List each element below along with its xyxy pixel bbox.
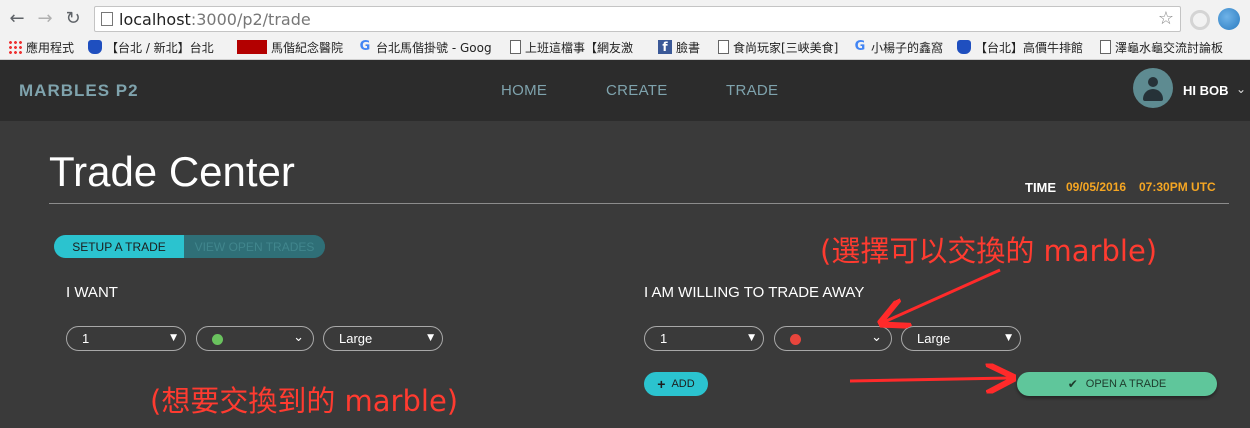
globe-extension-icon[interactable] — [1218, 8, 1240, 30]
bookmark-label: 應用程式 — [26, 40, 75, 55]
arrow-to-open-trade — [849, 378, 1010, 381]
nav-trade[interactable]: TRADE — [726, 82, 778, 99]
arrow-to-color-select — [884, 268, 1001, 322]
tab-view-open-trades[interactable]: VIEW OPEN TRADES — [184, 235, 325, 258]
add-button-label: ADD — [671, 378, 695, 390]
time-date: 09/05/2016 — [1066, 180, 1127, 194]
google-icon: G — [854, 39, 866, 54]
google-icon: G — [359, 39, 371, 54]
trade-tabs: SETUP A TRADE VIEW OPEN TRADES — [54, 235, 325, 258]
want-label: I WANT — [66, 284, 118, 301]
bookmarks-bar: 應用程式 【台北 / 新北】台北 馬偕紀念醫院 G 台北馬偕掛號 - Goog 上… — [0, 36, 1250, 58]
time-hour: 07:30PM UTC — [1139, 180, 1216, 194]
color-dot — [790, 334, 801, 345]
bookmark-item[interactable]: 澤龜水龜交流討論板 — [1100, 38, 1248, 56]
bookmark-item[interactable]: G 台北馬偕掛號 - Goog — [358, 38, 498, 56]
divider — [49, 203, 1229, 204]
annotation-top: (選擇可以交換的 marble) — [820, 234, 1158, 268]
reload-icon[interactable]: ↻ — [62, 8, 84, 30]
want-quantity-value: 1 — [82, 331, 90, 346]
forward-icon[interactable]: → — [34, 8, 56, 30]
chevron-down-icon: ⌄ — [293, 330, 304, 345]
open-trade-button-label: OPEN A TRADE — [1085, 378, 1167, 390]
open-trade-button[interactable]: ✔ OPEN A TRADE — [1017, 372, 1217, 396]
bookmark-item[interactable]: 食尚玩家[三峽美食] — [718, 38, 844, 56]
address-text[interactable]: localhost:3000/p2/trade — [119, 10, 311, 29]
dropdown-arrow-icon: ▼ — [170, 333, 177, 343]
bookmark-item[interactable]: f 臉書 — [658, 38, 708, 56]
bookmark-apps[interactable]: 應用程式 — [8, 38, 82, 56]
hospital-logo-icon — [237, 40, 267, 54]
url-path: :3000/p2/trade — [190, 10, 311, 29]
avatar[interactable] — [1133, 68, 1173, 108]
bookmark-label: 【台北】高價牛排館 — [975, 40, 1084, 55]
apps-icon — [8, 40, 22, 54]
bookmark-item[interactable]: 上班這檔事【網友激 — [510, 38, 648, 56]
give-quantity-select[interactable]: 1 ▼ — [644, 326, 764, 351]
shield-icon — [88, 40, 102, 54]
user-greeting[interactable]: HI BOB — [1183, 83, 1229, 98]
back-icon[interactable]: ← — [6, 8, 28, 30]
facebook-icon: f — [658, 40, 672, 54]
give-color-select[interactable]: ⌄ — [774, 326, 892, 351]
give-label: I AM WILLING TO TRADE AWAY — [644, 284, 865, 301]
bookmark-label: 台北馬偕掛號 - Goog — [376, 40, 492, 55]
nav-create[interactable]: CREATE — [606, 82, 668, 99]
bookmark-item[interactable]: 【台北 / 新北】台北 — [88, 38, 224, 56]
bookmark-label: 上班這檔事【網友激 — [525, 40, 634, 55]
bookmark-label: 臉書 — [676, 40, 701, 55]
shield-icon — [957, 40, 971, 54]
bookmark-label: 澤龜水龜交流討論板 — [1115, 40, 1224, 55]
address-bar[interactable]: localhost:3000/p2/trade ☆ — [94, 6, 1181, 32]
tab-setup-trade[interactable]: SETUP A TRADE — [54, 235, 184, 258]
extension-icon[interactable] — [1190, 10, 1210, 30]
page-title: Trade Center — [49, 148, 295, 195]
check-icon: ✔ — [1067, 377, 1078, 391]
bookmark-label: 小楊子的鑫窩 — [871, 40, 944, 55]
bookmark-label: 馬偕紀念醫院 — [271, 40, 344, 55]
give-quantity-value: 1 — [660, 331, 668, 346]
plus-icon: + — [657, 376, 666, 392]
want-size-select[interactable]: Large ▼ — [323, 326, 443, 351]
url-host: localhost — [119, 10, 191, 29]
dropdown-arrow-icon: ▼ — [1005, 333, 1012, 343]
want-quantity-select[interactable]: 1 ▼ — [66, 326, 186, 351]
bookmark-star-icon[interactable]: ☆ — [1158, 8, 1174, 29]
color-dot — [212, 334, 223, 345]
user-icon-body — [1143, 89, 1163, 101]
page-icon — [718, 40, 729, 54]
give-size-select[interactable]: Large ▼ — [901, 326, 1021, 351]
page-icon — [510, 40, 521, 54]
page-icon — [1100, 40, 1111, 54]
page-icon — [101, 12, 113, 26]
bookmark-item[interactable]: G 小楊子的鑫窩 — [853, 38, 948, 56]
bookmark-item[interactable]: 馬偕紀念醫院 — [237, 38, 349, 56]
app-header: MARBLES P2 HOME CREATE TRADE HI BOB ⌄ — [0, 60, 1250, 121]
time-label: TIME — [1025, 180, 1057, 195]
want-size-value: Large — [339, 331, 373, 346]
bookmark-label: 食尚玩家[三峽美食] — [733, 40, 839, 55]
nav-home[interactable]: HOME — [501, 82, 547, 99]
want-color-select[interactable]: ⌄ — [196, 326, 314, 351]
add-button[interactable]: + ADD — [644, 372, 708, 396]
dropdown-arrow-icon: ▼ — [427, 333, 434, 343]
chevron-down-icon: ⌄ — [871, 330, 882, 345]
bookmark-label: 【台北 / 新北】台北 — [106, 40, 214, 55]
bookmark-item[interactable]: 【台北】高價牛排館 — [957, 38, 1091, 56]
browser-toolbar: ← → ↻ localhost:3000/p2/trade ☆ 應用程式 【台北… — [0, 0, 1250, 60]
user-icon-head — [1148, 77, 1158, 87]
give-size-value: Large — [917, 331, 951, 346]
chevron-down-icon[interactable]: ⌄ — [1236, 82, 1246, 96]
dropdown-arrow-icon: ▼ — [748, 333, 755, 343]
brand-logo[interactable]: MARBLES P2 — [19, 81, 139, 101]
annotation-bottom: (想要交換到的 marble) — [150, 384, 459, 418]
